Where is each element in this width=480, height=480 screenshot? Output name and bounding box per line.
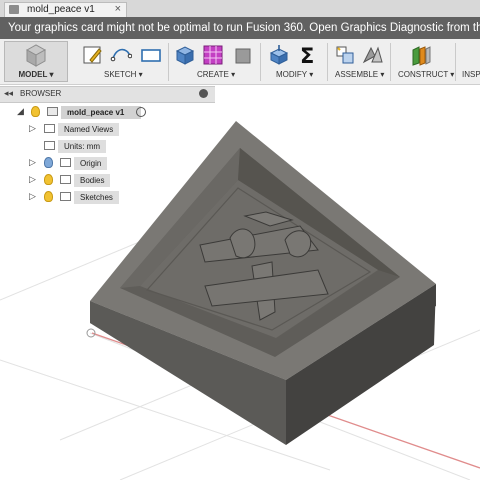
collapse-browser-icon[interactable]: ◂◂ [4, 88, 13, 99]
visibility-bulb-icon[interactable] [31, 106, 40, 117]
create-menu[interactable]: CREATE ▾ [197, 70, 235, 79]
named-views-label: Named Views [58, 123, 120, 136]
browser-options-icon[interactable] [199, 89, 208, 98]
origin-marker-icon [86, 328, 96, 338]
workspace-label: MODEL ▾ [18, 70, 54, 79]
sketches-label: Sketches [74, 191, 119, 204]
press-pull-icon[interactable] [232, 44, 254, 66]
folder-icon [44, 124, 55, 133]
joint-icon[interactable] [362, 44, 384, 66]
close-tab-icon[interactable]: × [115, 3, 121, 15]
visibility-bulb-icon[interactable] [44, 174, 53, 185]
workspace-switcher[interactable]: MODEL ▾ [4, 41, 68, 82]
arc-icon[interactable] [110, 44, 132, 66]
tree-item-bodies[interactable]: ▷ Bodies [0, 173, 215, 187]
press-pull-modify-icon[interactable] [268, 44, 290, 66]
box-icon[interactable] [174, 44, 196, 66]
bodies-label: Bodies [74, 174, 111, 187]
notification-banner: Your graphics card might not be optimal … [0, 17, 480, 39]
toolbar-separator [455, 43, 456, 81]
collapse-arrow-icon[interactable]: ◢ [17, 106, 24, 117]
tree-item-units[interactable]: Units: mm [0, 139, 215, 153]
inspect-menu[interactable]: INSPE [462, 70, 480, 79]
tree-item-origin[interactable]: ▷ Origin [0, 156, 215, 170]
toolbar-separator [168, 43, 169, 81]
modify-menu[interactable]: MODIFY ▾ [276, 70, 313, 79]
sketch-menu[interactable]: SKETCH ▾ [104, 70, 143, 79]
expand-arrow-icon[interactable]: ▷ [29, 157, 36, 168]
new-component-icon[interactable] [334, 44, 356, 66]
toolbar-separator [260, 43, 261, 81]
document-tab-title: mold_peace v1 [27, 4, 95, 15]
svg-text:Σ: Σ [300, 44, 314, 66]
sum-icon[interactable]: Σ [298, 44, 320, 66]
units-label: Units: mm [58, 140, 106, 153]
expand-arrow-icon[interactable]: ▷ [29, 191, 36, 202]
origin-label: Origin [74, 157, 108, 170]
browser-header[interactable]: ◂◂ BROWSER [0, 86, 215, 103]
document-icon [9, 5, 19, 14]
tree-root-row[interactable]: ◢ mold_peace v1 [0, 105, 215, 119]
rectangle-icon[interactable] [140, 44, 162, 66]
assemble-menu[interactable]: ASSEMBLE ▾ [335, 70, 384, 79]
tree-item-named-views[interactable]: ▷ Named Views [0, 122, 215, 136]
document-tab[interactable]: mold_peace v1 × [4, 2, 127, 17]
folder-icon [60, 175, 71, 184]
folder-icon [60, 158, 71, 167]
expand-arrow-icon[interactable]: ▷ [29, 123, 36, 134]
activate-radio-icon[interactable] [136, 107, 146, 117]
document-icon [47, 107, 58, 116]
document-settings-icon [44, 141, 55, 150]
construct-menu[interactable]: CONSTRUCT ▾ [398, 70, 454, 79]
toolbar-separator [390, 43, 391, 81]
tree-item-sketches[interactable]: ▷ Sketches [0, 190, 215, 204]
model-workspace-icon [25, 44, 47, 67]
document-tab-bar: mold_peace v1 × [0, 0, 480, 18]
expand-arrow-icon[interactable]: ▷ [29, 174, 36, 185]
toolbar-separator [327, 43, 328, 81]
toolbar: MODEL ▾ SKETCH ▾ CREATE ▾ Σ MODIFY ▾ ASS… [0, 39, 480, 85]
root-component-label: mold_peace v1 [61, 106, 141, 119]
folder-icon [60, 192, 71, 201]
create-sketch-icon[interactable] [82, 44, 104, 66]
offset-plane-icon[interactable] [410, 44, 432, 66]
visibility-bulb-icon[interactable] [44, 157, 53, 168]
pattern-icon[interactable] [202, 44, 224, 66]
x-axis-line [91, 332, 480, 469]
browser-title: BROWSER [20, 89, 62, 98]
visibility-bulb-icon[interactable] [44, 191, 53, 202]
